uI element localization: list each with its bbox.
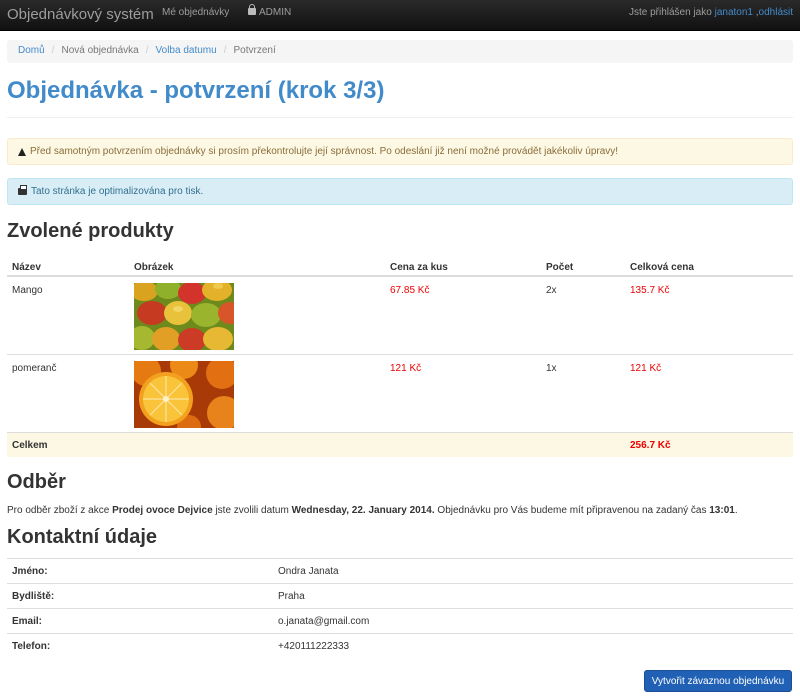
col-total: Celková cena bbox=[630, 262, 694, 273]
lock-icon bbox=[248, 4, 256, 15]
quantity: 1x bbox=[546, 363, 557, 374]
info-alert: Tato stránka je optimalizována pro tisk. bbox=[7, 178, 793, 205]
col-qty: Počet bbox=[546, 262, 574, 273]
row-total: 121 Kč bbox=[630, 363, 662, 374]
contact-label: Email: bbox=[12, 616, 43, 627]
pickup-text-part: jste zvolili datum bbox=[212, 505, 292, 516]
print-icon bbox=[18, 185, 27, 195]
contact-row-email: Email: o.janata@gmail.com bbox=[7, 608, 793, 633]
breadcrumb-separator: / bbox=[145, 45, 149, 56]
total-value: 256.7 Kč bbox=[630, 440, 671, 451]
table-header: Název Obrázek Cena za kus Počet Celková … bbox=[7, 254, 793, 277]
nav-admin-label: ADMIN bbox=[259, 7, 292, 18]
warning-icon bbox=[18, 147, 26, 156]
breadcrumb: Domů / Nová objednávka / Volba datumu / Potvrz… bbox=[7, 40, 793, 63]
contact-row-name: Jméno: Ondra Janata bbox=[7, 558, 793, 583]
title-divider bbox=[7, 117, 793, 118]
logout-link[interactable]: odhlásit bbox=[759, 7, 793, 18]
logged-in-text: Jste přihlášen jako bbox=[628, 7, 715, 18]
pickup-time: 13:01 bbox=[709, 505, 735, 516]
info-text: Tato stránka je optimalizována pro tisk. bbox=[31, 186, 204, 197]
pickup-text-part: Objednávku pro Vás budeme mít připraveno… bbox=[434, 505, 710, 516]
pickup-heading: Odběr bbox=[7, 471, 66, 493]
user-info: Jste přihlášen jako janaton1 ,odhlásit bbox=[629, 7, 793, 18]
contact-value: +420111222333 bbox=[278, 641, 350, 652]
total-label: Celkem bbox=[12, 440, 48, 451]
contact-label: Bydliště: bbox=[12, 591, 55, 602]
pickup-event: Prodej ovoce Dejvice bbox=[112, 505, 213, 516]
pickup-text-part: Pro odběr zboží z akce bbox=[7, 505, 113, 516]
contact-row-phone: Telefon: +420111222333 bbox=[7, 633, 793, 658]
unit-price: 67.85 Kč bbox=[390, 285, 430, 296]
pickup-date: Wednesday, 22. January 2014. bbox=[291, 505, 435, 516]
col-image: Obrázek bbox=[134, 262, 174, 273]
contact-value: o.janata@gmail.com bbox=[278, 616, 370, 627]
breadcrumb-confirmation: Potvrzení bbox=[233, 45, 276, 56]
contact-heading: Kontaktní údaje bbox=[7, 526, 158, 548]
products-heading: Zvolené produkty bbox=[7, 220, 174, 242]
contact-label: Telefon: bbox=[12, 641, 51, 652]
orange-photo bbox=[134, 361, 234, 428]
col-unit-price: Cena za kus bbox=[390, 262, 448, 273]
page-title: Objednávka - potvrzení (krok 3/3) bbox=[7, 77, 385, 104]
nav-admin[interactable]: ADMIN bbox=[248, 4, 292, 18]
contact-value: Ondra Janata bbox=[278, 566, 339, 577]
mango-photo bbox=[134, 283, 234, 350]
contact-value: Praha bbox=[278, 591, 305, 602]
breadcrumb-separator: / bbox=[51, 45, 55, 56]
nav-my-orders[interactable]: Mé objednávky bbox=[162, 7, 229, 18]
col-name: Název bbox=[12, 262, 41, 273]
table-row: pomeranč 121 Kč 1x 121 Kč bbox=[7, 354, 793, 432]
breadcrumb-date-choice[interactable]: Volba datumu bbox=[156, 45, 217, 56]
quantity: 2x bbox=[546, 285, 557, 296]
row-total: 135.7 Kč bbox=[630, 285, 670, 296]
brand-link[interactable]: Objednávkový systém bbox=[7, 6, 154, 23]
contact-row-address: Bydliště: Praha bbox=[7, 583, 793, 608]
product-name: pomeranč bbox=[12, 363, 57, 374]
total-row: Celkem 256.7 Kč bbox=[7, 432, 793, 457]
navbar: Objednávkový systém Mé objednávky ADMIN … bbox=[0, 0, 800, 31]
product-name: Mango bbox=[12, 285, 43, 296]
contact-label: Jméno: bbox=[12, 566, 48, 577]
warning-text: Před samotným potvrzením objednávky si p… bbox=[30, 146, 619, 157]
pickup-text-part: . bbox=[734, 505, 738, 516]
pickup-text: Pro odběr zboží z akce Prodej ovoce Dejv… bbox=[7, 505, 738, 516]
warning-alert: Před samotným potvrzením objednávky si p… bbox=[7, 138, 793, 165]
unit-price: 121 Kč bbox=[390, 363, 422, 374]
username-link[interactable]: janaton1 bbox=[715, 7, 753, 18]
table-row: Mango 67.85 Kč 2x 135.7 Kč bbox=[7, 276, 793, 354]
create-order-button[interactable]: Vytvořit závaznou objednávku bbox=[644, 670, 792, 692]
breadcrumb-home[interactable]: Domů bbox=[18, 45, 45, 56]
breadcrumb-new-order: Nová objednávka bbox=[61, 45, 139, 56]
breadcrumb-separator: / bbox=[223, 45, 227, 56]
